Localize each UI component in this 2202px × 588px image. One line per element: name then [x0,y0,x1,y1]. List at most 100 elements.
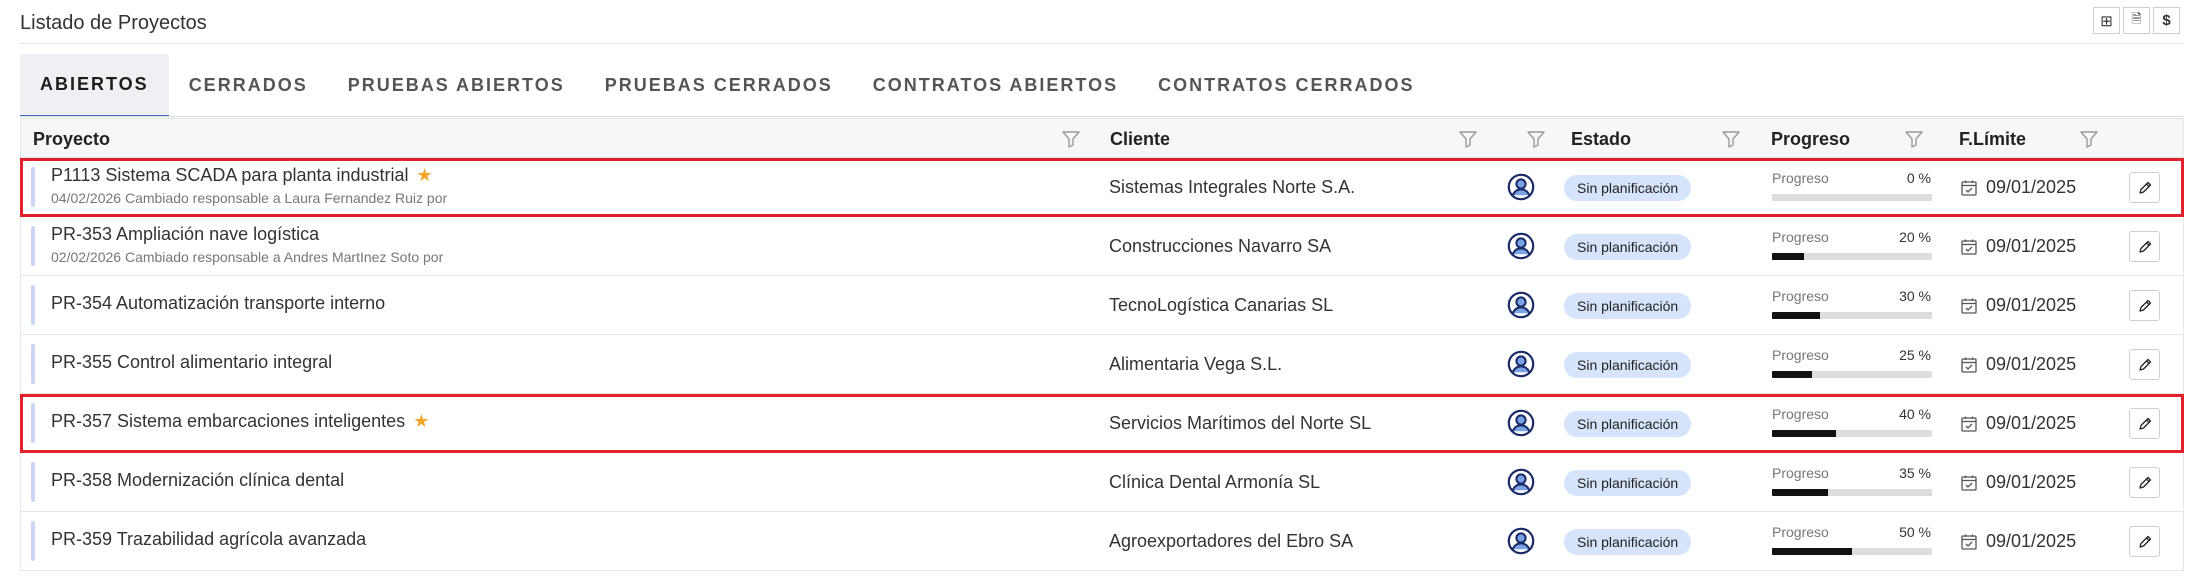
document-icon[interactable]: 🗎 [2123,7,2150,34]
status-badge: Sin planificación [1564,411,1692,437]
project-name[interactable]: PR-354 Automatización transporte interno [51,293,385,314]
deadline-date: 09/01/2025 [1986,236,2077,256]
filter-icon[interactable] [1458,130,1478,148]
table-row[interactable]: PR-353 Ampliación nave logística 02/02/20… [20,217,2184,276]
progress-value: 50 % [1899,524,1931,540]
pencil-icon [2138,535,2151,548]
progress-label: Progreso [1772,170,1829,186]
user-avatar-icon[interactable] [1507,350,1535,378]
project-name-text[interactable]: PR-354 Automatización transporte interno [51,293,385,313]
tab-contratos-cerrados[interactable]: CONTRATOS CERRADOS [1138,54,1434,117]
project-name[interactable]: PR-355 Control alimentario integral [51,352,332,373]
filter-icon[interactable] [1061,130,1081,148]
project-name[interactable]: PR-359 Trazabilidad agrícola avanzada [51,529,366,550]
filter-icon[interactable] [1904,130,1924,148]
pencil-icon [2138,240,2151,253]
status-badge: Sin planificación [1564,293,1692,319]
user-avatar-icon[interactable] [1507,173,1535,201]
column-header-estado[interactable]: Estado [1571,129,1631,150]
table-row[interactable]: PR-357 Sistema embarcaciones inteligente… [20,394,2184,453]
pencil-icon [2138,358,2151,371]
status-badge: Sin planificación [1564,470,1692,496]
edit-button[interactable] [2129,467,2160,498]
tab-contratos-abiertos[interactable]: CONTRATOS ABIERTOS [853,54,1138,117]
grid-rows: P1113 Sistema SCADA para planta industri… [20,158,2184,571]
project-name[interactable]: PR-358 Modernización clínica dental [51,470,344,491]
status-badge: Sin planificación [1564,352,1692,378]
progress-bar-fill [1772,253,1804,260]
progress-label: Progreso [1772,288,1829,304]
pencil-icon [2138,181,2151,194]
column-header-progreso[interactable]: Progreso [1771,129,1850,150]
filter-icon[interactable] [1526,130,1546,148]
edit-button[interactable] [2129,408,2160,439]
tab-pruebas-abiertos[interactable]: PRUEBAS ABIERTOS [328,54,585,117]
calendar-icon [1961,298,1977,314]
progress-label: Progreso [1772,465,1829,481]
user-avatar-icon[interactable] [1507,409,1535,437]
row-accent-bar [31,167,35,207]
edit-button[interactable] [2129,349,2160,380]
project-name-text[interactable]: PR-353 Ampliación nave logística [51,224,319,244]
progress-bar-fill [1772,430,1836,437]
project-name-text[interactable]: P1113 Sistema SCADA para planta industri… [51,165,409,185]
filter-icon[interactable] [1721,130,1741,148]
dollar-icon[interactable]: $ [2153,7,2180,34]
progress-value: 0 % [1906,170,1931,186]
status-badge: Sin planificación [1564,175,1692,201]
calendar-icon [1961,239,1977,255]
status-badge: Sin planificación [1564,234,1692,260]
table-row[interactable]: PR-355 Control alimentario integral Alime… [20,335,2184,394]
user-avatar-icon[interactable] [1507,527,1535,555]
edit-button[interactable] [2129,526,2160,557]
pencil-icon [2138,299,2151,312]
edit-button[interactable] [2129,231,2160,262]
pencil-icon [2138,417,2151,430]
column-header-flimite[interactable]: F.Límite [1959,129,2026,150]
deadline-date: 09/01/2025 [1986,472,2077,492]
column-header-cliente[interactable]: Cliente [1110,129,1170,150]
project-name[interactable]: PR-353 Ampliación nave logística [51,224,319,245]
tab-abiertos[interactable]: ABIERTOS [20,54,169,117]
project-name-text[interactable]: PR-359 Trazabilidad agrícola avanzada [51,529,366,549]
calendar-icon [1961,475,1977,491]
tab-bar: ABIERTOS CERRADOS PRUEBAS ABIERTOS PRUEB… [20,54,1434,117]
calendar-icon [1961,416,1977,432]
deadline-date: 09/01/2025 [1986,354,2077,374]
progress-bar [1772,489,1932,496]
project-activity: 02/02/2026 Cambiado responsable a Andres… [51,249,444,265]
column-header-proyecto[interactable]: Proyecto [33,129,110,150]
star-icon[interactable]: ★ [417,165,433,185]
table-row[interactable]: PR-358 Modernización clínica dental Clíni… [20,453,2184,512]
table-row[interactable]: PR-354 Automatización transporte interno… [20,276,2184,335]
tab-pruebas-cerrados[interactable]: PRUEBAS CERRADOS [585,54,853,117]
edit-button[interactable] [2129,290,2160,321]
project-name-text[interactable]: PR-355 Control alimentario integral [51,352,332,372]
projects-grid: Proyecto Cliente Estado Progreso F.Límit… [20,118,2184,571]
user-avatar-icon[interactable] [1507,291,1535,319]
table-row[interactable]: PR-359 Trazabilidad agrícola avanzada Agr… [20,512,2184,571]
deadline-date: 09/01/2025 [1986,177,2077,197]
client-name: Construcciones Navarro SA [1109,236,1332,256]
progress-bar [1772,430,1932,437]
project-name[interactable]: P1113 Sistema SCADA para planta industri… [51,165,433,186]
tab-cerrados[interactable]: CERRADOS [169,54,328,117]
project-name-text[interactable]: PR-358 Modernización clínica dental [51,470,344,490]
project-name-text[interactable]: PR-357 Sistema embarcaciones inteligente… [51,411,405,431]
project-name[interactable]: PR-357 Sistema embarcaciones inteligente… [51,411,429,432]
star-icon[interactable]: ★ [413,411,429,431]
row-accent-bar [31,403,35,443]
user-avatar-icon[interactable] [1507,232,1535,260]
client-name: Sistemas Integrales Norte S.A. [1109,177,1356,197]
edit-button[interactable] [2129,172,2160,203]
table-row[interactable]: P1113 Sistema SCADA para planta industri… [20,158,2184,217]
row-accent-bar [31,226,35,266]
client-name: Alimentaria Vega S.L. [1109,354,1283,374]
row-accent-bar [31,521,35,561]
calendar-icon [1961,180,1977,196]
row-accent-bar [31,462,35,502]
progress-value: 35 % [1899,465,1931,481]
add-box-icon[interactable]: ⊞ [2093,7,2120,34]
filter-icon[interactable] [2079,130,2099,148]
user-avatar-icon[interactable] [1507,468,1535,496]
